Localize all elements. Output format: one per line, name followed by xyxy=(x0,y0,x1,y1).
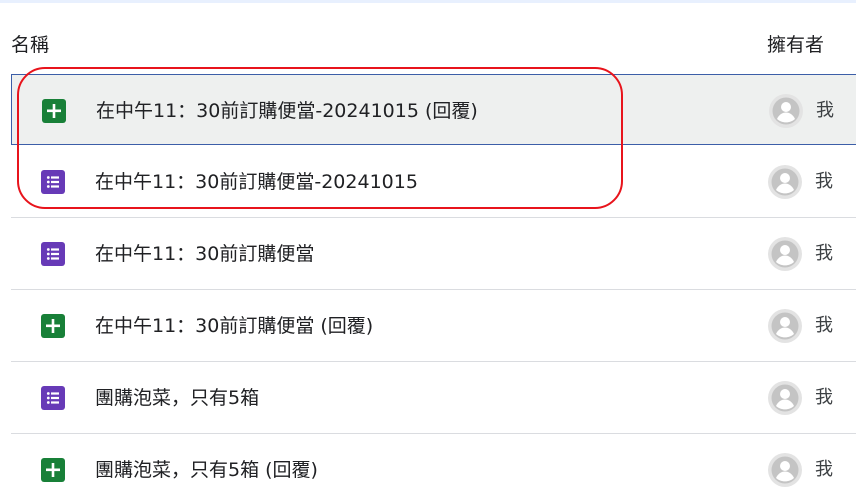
file-name: 在中午11：30前訂購便當 xyxy=(95,243,315,265)
owner-name: 我 xyxy=(815,459,833,480)
owner-name: 我 xyxy=(815,171,833,192)
owner-name: 我 xyxy=(816,100,834,121)
owner-name: 我 xyxy=(815,243,833,264)
file-list-header: 名稱 擁有者 xyxy=(0,0,856,74)
name-column-header[interactable]: 名稱 xyxy=(11,33,49,57)
user-avatar-icon xyxy=(768,93,804,129)
file-row[interactable]: 團購泡菜，只有5箱 (回覆) 我 xyxy=(11,433,856,504)
file-row[interactable]: 團購泡菜，只有5箱 我 xyxy=(11,361,856,432)
file-name: 團購泡菜，只有5箱 xyxy=(95,387,260,409)
file-name: 在中午11：30前訂購便當-20241015 xyxy=(95,171,418,193)
file-row[interactable]: 在中午11：30前訂購便當-20241015 (回覆) 我 xyxy=(11,74,856,145)
google-sheets-icon xyxy=(41,314,65,338)
user-avatar-icon xyxy=(767,452,803,488)
file-row[interactable]: 在中午11：30前訂購便當-20241015 我 xyxy=(11,146,856,217)
google-forms-icon xyxy=(41,242,65,266)
google-sheets-icon xyxy=(41,458,65,482)
google-forms-icon xyxy=(41,170,65,194)
file-name: 在中午11：30前訂購便當 (回覆) xyxy=(95,315,374,337)
file-name: 在中午11：30前訂購便當-20241015 (回覆) xyxy=(96,100,478,122)
file-row[interactable]: 在中午11：30前訂購便當 我 xyxy=(11,217,856,288)
user-avatar-icon xyxy=(767,308,803,344)
google-sheets-icon xyxy=(42,99,66,123)
user-avatar-icon xyxy=(767,164,803,200)
file-name: 團購泡菜，只有5箱 (回覆) xyxy=(95,459,318,481)
user-avatar-icon xyxy=(767,380,803,416)
owner-name: 我 xyxy=(815,387,833,408)
google-forms-icon xyxy=(41,386,65,410)
file-row[interactable]: 在中午11：30前訂購便當 (回覆) 我 xyxy=(11,289,856,360)
owner-column-header[interactable]: 擁有者 xyxy=(767,33,824,57)
user-avatar-icon xyxy=(767,236,803,272)
owner-name: 我 xyxy=(815,315,833,336)
